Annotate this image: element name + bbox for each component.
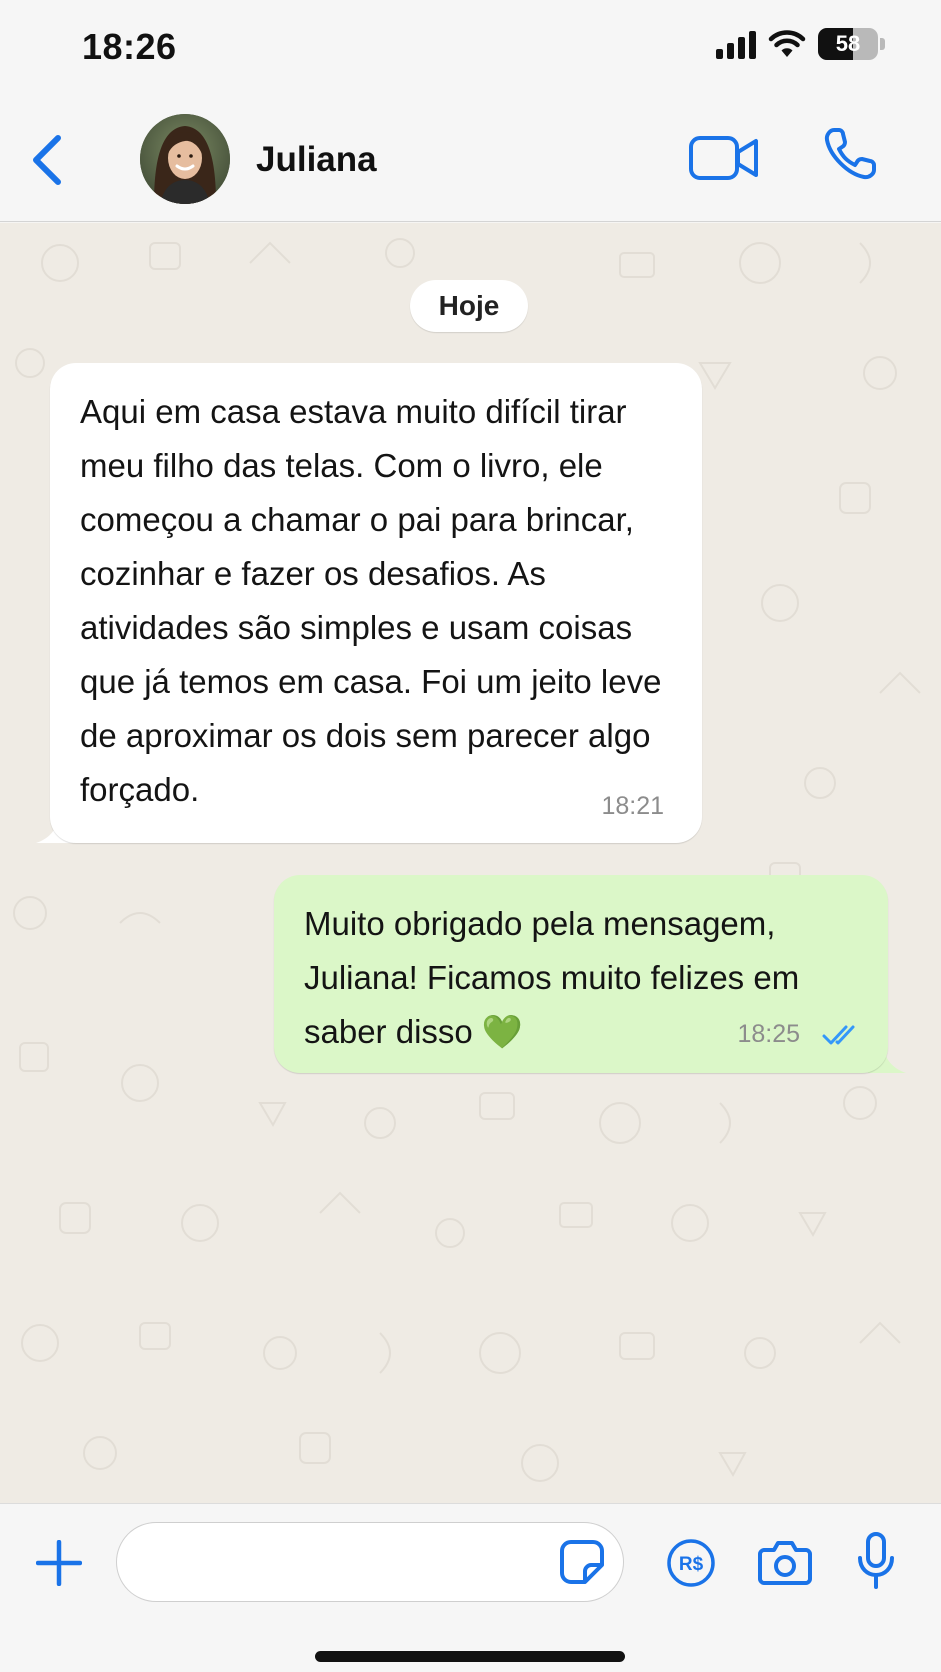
camera-icon bbox=[758, 1541, 812, 1585]
microphone-icon bbox=[858, 1532, 894, 1589]
video-call-icon bbox=[689, 136, 758, 180]
chat-header: Juliana bbox=[0, 96, 941, 222]
signal-icon bbox=[716, 29, 756, 59]
camera-button[interactable] bbox=[758, 1538, 812, 1586]
read-receipt-icon bbox=[822, 1025, 855, 1045]
chat-area[interactable]: Hoje Aqui em casa estava muito difícil t… bbox=[0, 223, 941, 1503]
status-bar: 18:26 58 bbox=[0, 0, 941, 96]
voice-message-button[interactable] bbox=[856, 1532, 896, 1590]
message-input-box[interactable] bbox=[116, 1522, 624, 1602]
status-icons: 58 bbox=[716, 28, 885, 60]
phone-call-icon bbox=[824, 128, 876, 180]
video-call-button[interactable] bbox=[688, 132, 760, 184]
battery-cap bbox=[880, 38, 885, 50]
contact-name[interactable]: Juliana bbox=[256, 140, 377, 180]
message-composer: R$ bbox=[0, 1503, 941, 1672]
status-time: 18:26 bbox=[82, 26, 177, 67]
message-text: Aqui em casa estava muito difícil tirar … bbox=[80, 393, 662, 808]
sticker-icon bbox=[560, 1540, 604, 1584]
date-separator: Hoje bbox=[410, 280, 528, 332]
message-time: 18:25 bbox=[737, 1020, 800, 1048]
message-time: 18:21 bbox=[601, 792, 664, 820]
battery-icon: 58 bbox=[818, 28, 878, 60]
back-chevron-icon bbox=[33, 135, 61, 185]
payment-button[interactable]: R$ bbox=[666, 1538, 716, 1588]
voice-call-button[interactable] bbox=[822, 126, 878, 182]
wifi-icon bbox=[768, 30, 806, 57]
attach-button[interactable] bbox=[35, 1539, 83, 1587]
home-indicator bbox=[315, 1651, 625, 1662]
back-button[interactable] bbox=[28, 132, 68, 188]
message-input[interactable] bbox=[141, 1541, 541, 1585]
svg-text:R$: R$ bbox=[679, 1554, 704, 1575]
incoming-message[interactable]: Aqui em casa estava muito difícil tirar … bbox=[50, 363, 702, 843]
outgoing-message[interactable]: Muito obrigado pela mensagem, Juliana! F… bbox=[274, 875, 888, 1073]
plus-icon bbox=[35, 1539, 83, 1587]
battery-level: 58 bbox=[835, 31, 861, 56]
avatar[interactable] bbox=[140, 114, 230, 204]
sticker-button[interactable] bbox=[559, 1539, 605, 1585]
pix-payment-icon: R$ bbox=[667, 1539, 715, 1587]
avatar-photo bbox=[140, 114, 230, 204]
